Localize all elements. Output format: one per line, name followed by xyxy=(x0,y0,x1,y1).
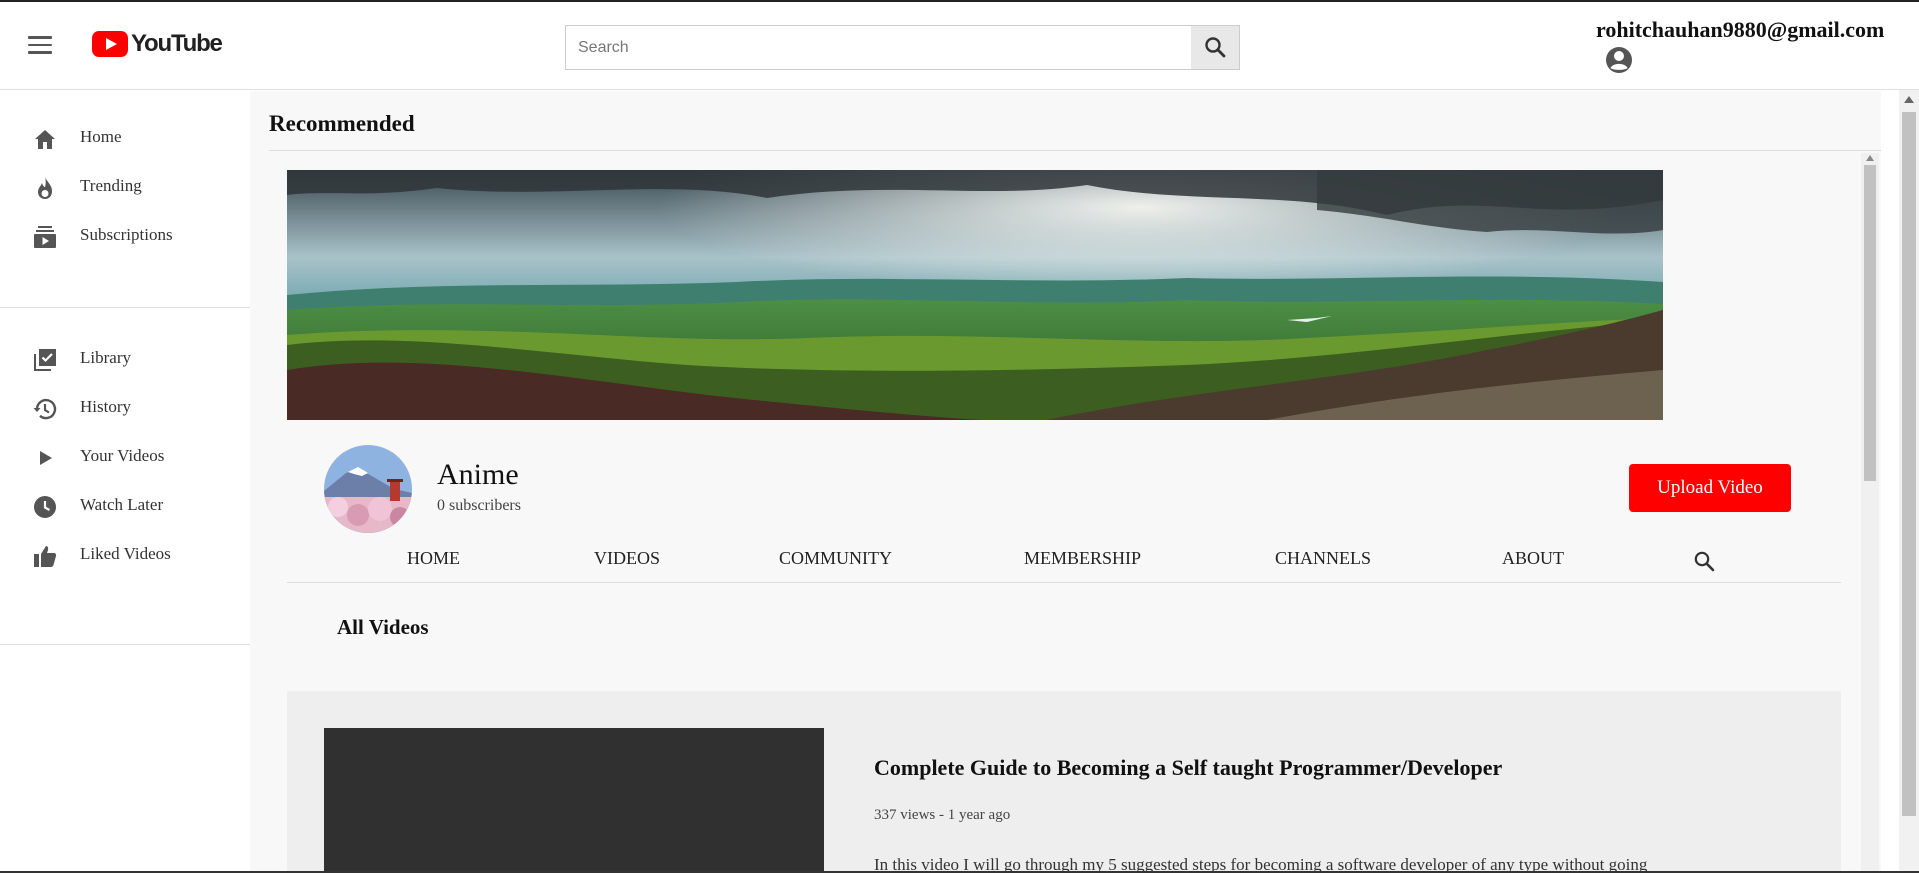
sidebar-item-label: History xyxy=(80,397,131,416)
tab-about[interactable]: ABOUT xyxy=(1502,548,1564,569)
sidebar-item-label: Your Videos xyxy=(80,446,165,465)
hamburger-menu-icon[interactable] xyxy=(28,36,52,54)
scroll-up-arrow-icon[interactable] xyxy=(1866,155,1874,161)
search-button[interactable] xyxy=(1191,25,1240,70)
search-input[interactable] xyxy=(566,26,1192,69)
youtube-logo[interactable]: YouTube xyxy=(92,30,223,58)
tab-channels[interactable]: CHANNELS xyxy=(1275,548,1371,569)
youtube-play-icon xyxy=(92,31,128,57)
page-title: Recommended xyxy=(269,111,415,136)
subscriber-count: 0 subscribers xyxy=(437,497,521,514)
sidebar-item-library[interactable]: Library xyxy=(0,335,250,383)
content-scrollbar[interactable] xyxy=(1861,153,1879,873)
sidebar-item-label: Subscriptions xyxy=(80,225,173,244)
flame-icon xyxy=(38,177,52,199)
sidebar-item-history[interactable]: History xyxy=(0,384,250,432)
sidebar-item-subscriptions[interactable]: Subscriptions xyxy=(0,212,250,260)
tab-community[interactable]: COMMUNITY xyxy=(779,548,892,569)
search-box xyxy=(565,25,1192,70)
scrollbar-thumb[interactable] xyxy=(1902,112,1916,816)
channel-tabs: HOME VIDEOS COMMUNITY MEMBERSHIP CHANNEL… xyxy=(287,541,1841,583)
channel-banner-image xyxy=(287,170,1663,420)
sidebar-divider xyxy=(0,644,250,645)
tab-home[interactable]: HOME xyxy=(407,548,460,569)
library-icon xyxy=(34,349,56,371)
account-circle-icon[interactable] xyxy=(1604,45,1634,80)
top-bar: YouTube rohitchauhan9880@gmail.com xyxy=(0,0,1919,90)
tab-videos[interactable]: VIDEOS xyxy=(594,548,660,569)
search-icon xyxy=(1205,37,1226,58)
scroll-up-arrow-icon[interactable] xyxy=(1904,96,1914,103)
home-icon xyxy=(35,130,55,149)
thumbs-up-icon xyxy=(34,546,57,567)
video-meta: 337 views - 1 year ago xyxy=(874,807,1011,823)
page-scrollbar[interactable] xyxy=(1899,90,1919,873)
sidebar-item-label: Library xyxy=(80,348,131,367)
channel-name: Anime xyxy=(437,458,519,491)
sidebar-item-label: Liked Videos xyxy=(80,544,171,563)
play-icon xyxy=(40,451,52,465)
channel-search-icon[interactable] xyxy=(1692,549,1716,573)
account-email: rohitchauhan9880@gmail.com xyxy=(1596,17,1885,42)
sidebar: Home Trending Subscriptions Library Hist… xyxy=(0,90,250,873)
video-card: Complete Guide to Becoming a Self taught… xyxy=(287,691,1841,873)
sidebar-item-label: Watch Later xyxy=(80,495,164,514)
title-divider xyxy=(269,150,1881,151)
sidebar-item-watch-later[interactable]: Watch Later xyxy=(0,482,250,530)
tab-membership[interactable]: MEMBERSHIP xyxy=(1024,548,1141,569)
main-content: Recommended Anime 0 subscribers Upload V… xyxy=(250,91,1881,873)
subscriptions-icon xyxy=(34,226,56,248)
sidebar-item-label: Home xyxy=(80,127,122,146)
sidebar-item-trending[interactable]: Trending xyxy=(0,163,250,211)
scrollbar-thumb[interactable] xyxy=(1864,165,1876,481)
section-title: All Videos xyxy=(337,615,429,639)
clock-icon xyxy=(34,496,56,518)
video-thumbnail[interactable] xyxy=(324,728,824,873)
history-icon xyxy=(33,398,57,420)
sidebar-item-liked-videos[interactable]: Liked Videos xyxy=(0,531,250,579)
sidebar-item-home[interactable]: Home xyxy=(0,114,250,162)
video-title[interactable]: Complete Guide to Becoming a Self taught… xyxy=(874,755,1502,781)
sidebar-divider xyxy=(0,307,250,308)
sidebar-item-your-videos[interactable]: Your Videos xyxy=(0,433,250,481)
upload-video-button[interactable]: Upload Video xyxy=(1629,464,1791,512)
channel-avatar[interactable] xyxy=(324,445,412,533)
sidebar-item-label: Trending xyxy=(80,176,142,195)
logo-text: YouTube xyxy=(131,30,223,57)
